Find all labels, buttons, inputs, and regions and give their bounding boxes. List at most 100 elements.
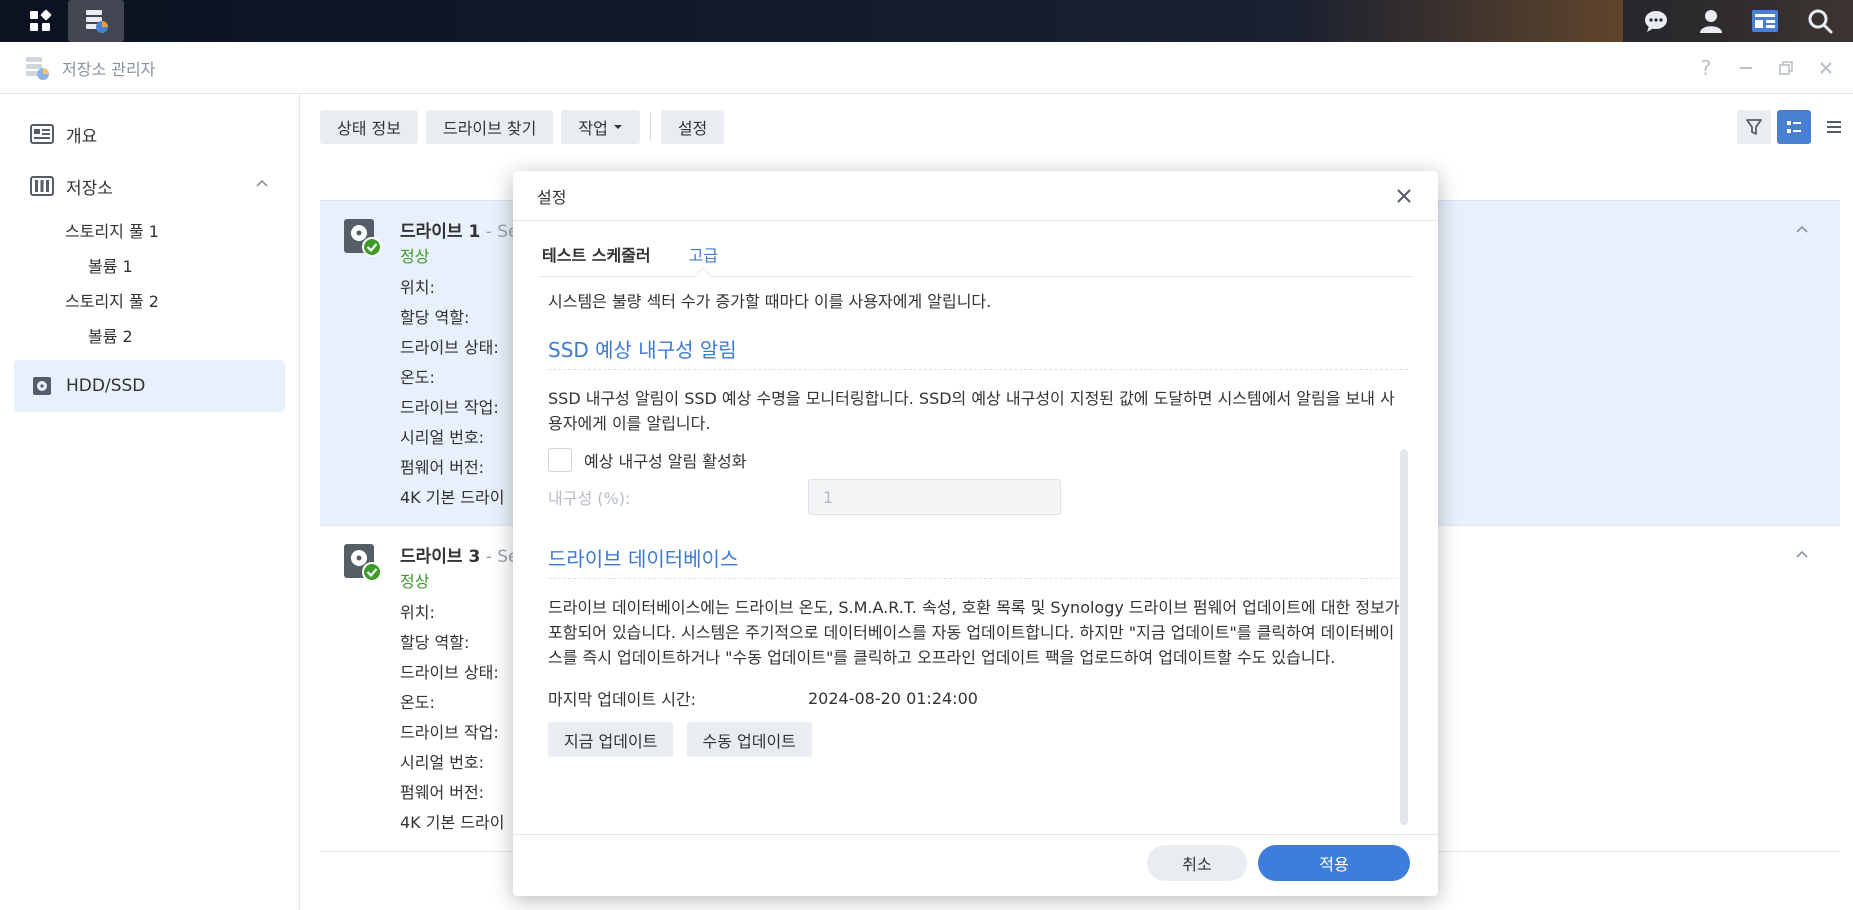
property-label: 할당 역할: [400,633,470,652]
button-label: 적용 [1319,855,1349,874]
sidebar-item-label: 개요 [66,126,98,147]
button-label: 드라이브 찾기 [442,119,537,138]
close-icon [1397,189,1411,203]
manual-update-button[interactable]: 수동 업데이트 [686,722,812,757]
sidebar-item-label: 볼륨 1 [88,256,133,276]
window-title: 저장소 관리자 [62,59,156,79]
ssd-section-header: SSD 예상 내구성 알림 [548,334,1408,370]
action-dropdown-button[interactable]: 작업 [561,110,640,144]
taskbar-tray [1623,0,1853,42]
sidebar-item-storage-pool-2[interactable]: 스토리지 풀 2 [0,282,299,317]
chevron-up-icon[interactable] [255,176,269,190]
section-title: 드라이브 데이터베이스 [548,547,739,571]
drive-name: 드라이브 1 - Se [400,217,519,242]
dialog-body: 시스템은 불량 섹터 수가 증가할 때마다 이를 사용자에게 알립니다. SSD… [548,277,1408,757]
minimize-icon [1740,67,1752,69]
hdd-status-icon [344,544,382,582]
settings-dialog: 설정 테스트 스케줄러 고급 시스템은 불량 섹터 수가 증가할 때마다 이를 … [513,171,1438,896]
sidebar-item-volume-2[interactable]: 볼륨 2 [0,317,299,352]
chat-bubble-icon [1645,11,1668,32]
window-titlebar[interactable]: 저장소 관리자 ? [0,42,1853,94]
button-label: 상태 정보 [337,119,401,138]
storage-manager-app-icon [26,56,49,80]
apps-grid-icon [30,9,52,31]
main-menu-button[interactable] [12,0,68,42]
tab-advanced[interactable]: 고급 [685,232,722,276]
sidebar-item-overview[interactable]: 개요 [14,108,285,160]
property-label: 4K 기본 드라이 [400,488,505,507]
cancel-button[interactable]: 취소 [1147,845,1247,881]
storage-manager-taskbar-button[interactable] [68,0,124,42]
ssd-alert-checkbox[interactable] [548,448,572,472]
widgets-button[interactable] [1749,5,1781,37]
apply-button[interactable]: 적용 [1258,845,1410,881]
drive-properties: 위치: 할당 역할: 드라이브 상태: 온도: 드라이브 작업: 시리얼 번호:… [400,271,504,511]
sidebar-item-volume-1[interactable]: 볼륨 1 [0,247,299,282]
button-label: 설정 [677,119,708,138]
sidebar-item-storage-pool-1[interactable]: 스토리지 풀 1 [0,212,299,247]
hdd-status-icon [344,219,382,257]
property-label: 할당 역할: [400,308,470,327]
status-info-button[interactable]: 상태 정보 [320,110,418,144]
endurance-input[interactable]: 1 [808,479,1061,515]
list-detail-icon [1787,121,1801,133]
dialog-header[interactable]: 설정 [513,171,1438,221]
endurance-label: 내구성 (%): [548,489,631,508]
sidebar-item-label: 볼륨 2 [88,326,133,346]
button-label: 작업 [578,119,608,138]
settings-button[interactable]: 설정 [660,110,725,144]
property-label: 시리얼 번호: [400,428,485,447]
view-controls [1737,110,1851,144]
detail-view-button[interactable] [1777,110,1811,144]
caret-down-icon [613,125,622,129]
property-label: 온도: [400,368,435,387]
sidebar-item-label: 스토리지 풀 2 [65,291,159,311]
button-label: 취소 [1182,855,1212,874]
dialog-close-button[interactable] [1392,184,1416,208]
property-label: 위치: [400,278,435,297]
list-icon [1827,121,1841,133]
user-icon [1699,10,1722,33]
tab-test-scheduler[interactable]: 테스트 스케줄러 [538,232,655,276]
minimize-button[interactable] [1733,55,1759,81]
search-button[interactable] [1804,5,1836,37]
drive-name-text: 드라이브 1 [400,222,481,242]
property-label: 드라이브 작업: [400,398,499,417]
widgets-icon [1752,10,1779,32]
section-title: SSD 예상 내구성 알림 [548,338,737,362]
last-update-value: 2024-08-20 01:24:00 [808,688,978,708]
sidebar-item-storage[interactable]: 저장소 [14,160,285,212]
sidebar-item-label: 스토리지 풀 1 [65,221,159,241]
drive-icon [30,374,54,398]
restore-icon [1779,61,1793,75]
user-button[interactable] [1695,5,1727,37]
property-label: 펌웨어 버전: [400,458,485,477]
window-controls: ? [1693,42,1839,94]
property-label: 드라이브 작업: [400,723,499,742]
chevron-up-icon[interactable] [1794,221,1810,237]
last-update-label: 마지막 업데이트 시간: [548,690,697,709]
drive-status: 정상 [400,247,430,266]
dialog-title: 설정 [537,187,567,207]
ssd-section-description: SSD 내구성 알림이 SSD 예상 수명을 모니터링합니다. SSD의 예상 … [548,389,1395,433]
toolbar-divider [649,113,651,141]
help-button[interactable]: ? [1693,55,1719,81]
sidebar-item-hdd-ssd[interactable]: HDD/SSD [14,360,285,412]
property-label: 펌웨어 버전: [400,783,485,802]
filter-button[interactable] [1737,110,1771,144]
update-now-button[interactable]: 지금 업데이트 [548,722,674,757]
sidebar: 개요 저장소 스토리지 풀 1 볼륨 1 스토리지 풀 2 볼륨 2 HDD/S… [0,94,300,910]
dialog-scrollbar[interactable] [1400,449,1408,825]
drive-name: 드라이브 3 - Se [400,542,519,567]
list-view-button[interactable] [1817,110,1851,144]
close-window-button[interactable] [1813,55,1839,81]
intro-text: 시스템은 불량 섹터 수가 증가할 때마다 이를 사용자에게 알립니다. [548,292,992,311]
chevron-up-icon[interactable] [1794,546,1810,562]
dialog-footer: 취소 적용 [513,834,1438,896]
property-label: 시리얼 번호: [400,753,485,772]
notifications-button[interactable] [1640,5,1672,37]
restore-button[interactable] [1773,55,1799,81]
input-value: 1 [823,487,834,507]
find-drive-button[interactable]: 드라이브 찾기 [425,110,554,144]
ssd-alert-checkbox-row[interactable]: 예상 내구성 알림 활성화 [548,448,1408,472]
